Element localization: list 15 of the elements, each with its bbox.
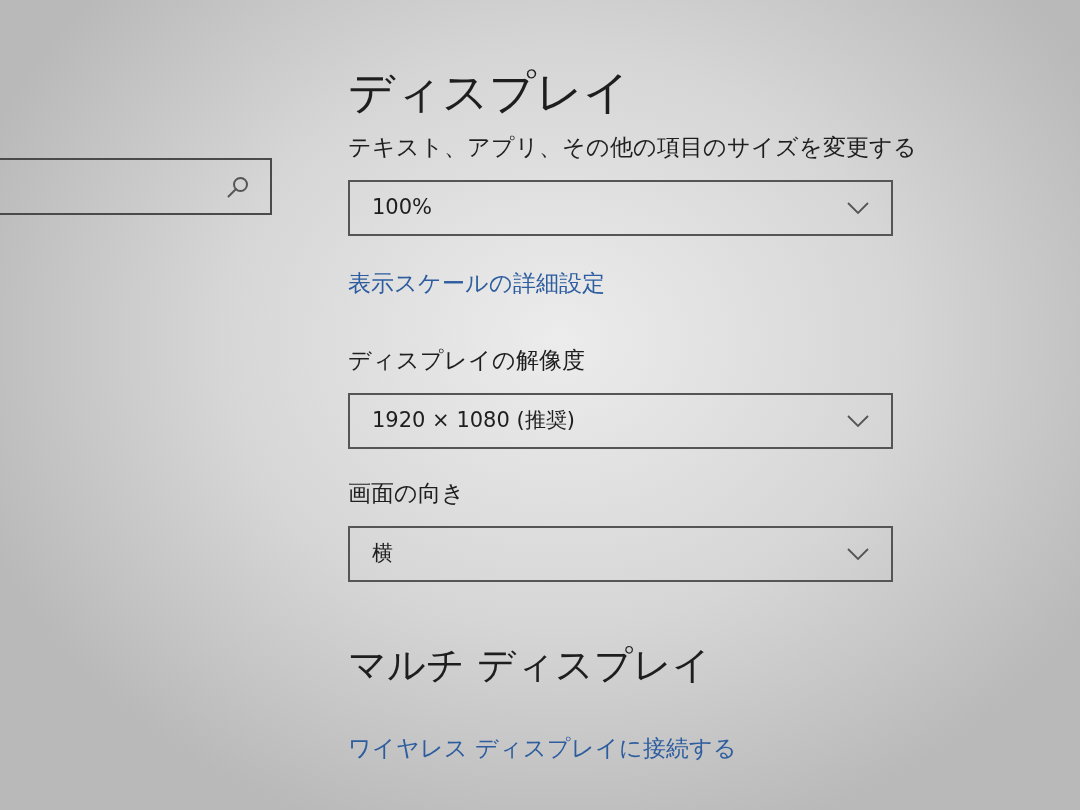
search-icon: [226, 174, 250, 199]
chevron-down-icon: [847, 414, 869, 427]
chevron-down-icon: [847, 201, 869, 214]
dropdown[interactable]: 1920 × 1080 (推奨): [348, 392, 893, 449]
page-title: ディスプレイ: [348, 66, 630, 119]
setting-label: 画面の向き: [348, 478, 465, 508]
setting-label: テキスト、アプリ、その他の項目のサイズを変更する: [348, 132, 917, 162]
dropdown[interactable]: 横: [348, 525, 893, 582]
dropdown[interactable]: 100%: [348, 179, 893, 236]
setting-label: ディスプレイの解像度: [348, 346, 585, 375]
chevron-down-icon: [847, 547, 869, 560]
wireless-display-link[interactable]: ワイヤレス ディスプレイに接続する: [348, 731, 738, 766]
settings-link[interactable]: 表示スケールの詳細設定: [348, 265, 605, 301]
search-field[interactable]: [0, 158, 272, 215]
section-heading: マルチ ディスプレイ: [348, 643, 712, 688]
